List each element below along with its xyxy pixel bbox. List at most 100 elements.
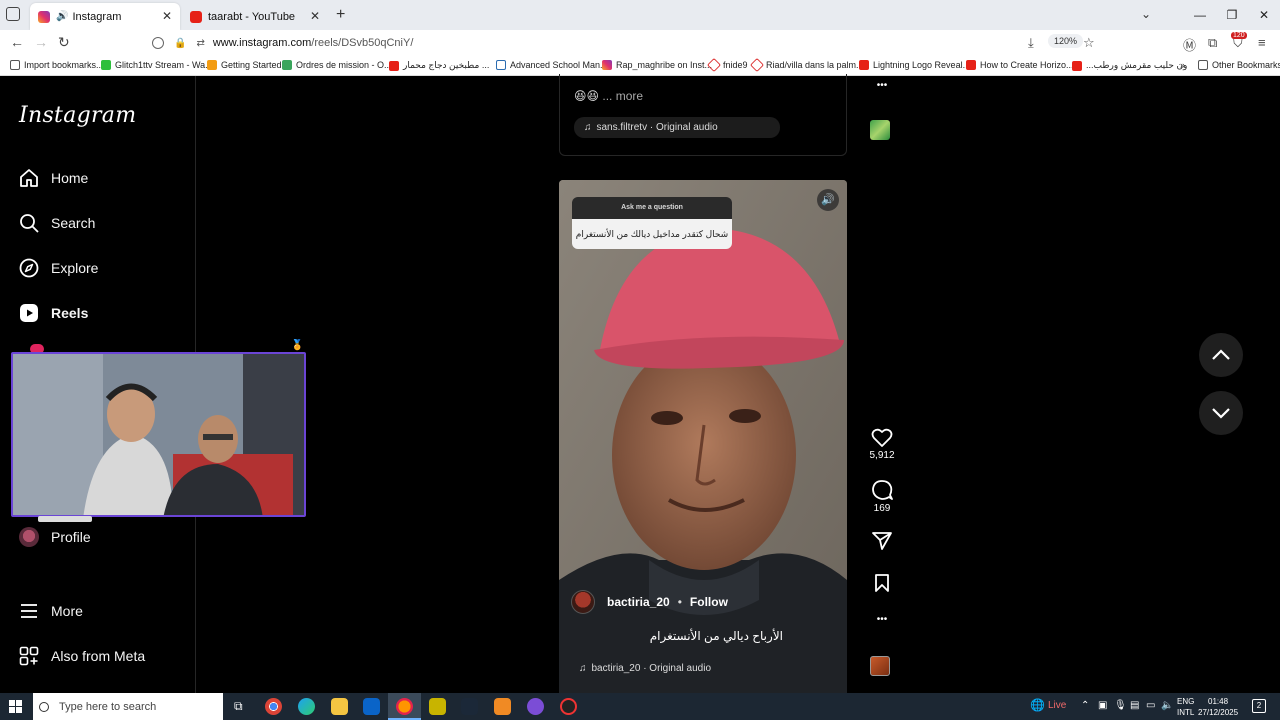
audio-thumbnail[interactable]: [870, 656, 890, 676]
bookmark-item[interactable]: How to Create Horizo...: [966, 60, 1074, 70]
bookmark-item[interactable]: fnide9: [706, 57, 748, 73]
reload-button[interactable]: ↻: [58, 34, 70, 51]
like-button[interactable]: 5,912: [864, 428, 900, 461]
bookmark-item[interactable]: Glitch1ttv Stream - Wa...: [101, 60, 213, 70]
windows-start-icon[interactable]: [9, 700, 22, 713]
sidebar-item-explore[interactable]: Explore: [19, 258, 98, 278]
music-note-icon: ♫: [584, 122, 592, 133]
extensions-icon[interactable]: ⧉: [1208, 35, 1217, 51]
file-explorer-icon[interactable]: [331, 698, 348, 715]
bookmark-item[interactable]: مطبخين دجاج محمار ...: [389, 60, 489, 71]
minimize-button[interactable]: —: [1184, 0, 1216, 30]
bookmarks-overflow-icon[interactable]: »: [1180, 60, 1185, 70]
system-clock[interactable]: 01:48 27/12/2025: [1198, 696, 1238, 718]
sidebar-item-more[interactable]: More: [19, 601, 83, 621]
sidebar-item-search[interactable]: Search: [19, 213, 95, 233]
previous-reel[interactable]: 😆😆 ... more ♫ sans.filtretv · Original a…: [559, 74, 847, 156]
speaker-icon[interactable]: 🔊: [56, 11, 68, 22]
shield-icon: [496, 60, 506, 70]
comment-button[interactable]: 169: [864, 479, 900, 514]
reel-video[interactable]: 🔊 Ask me a question شحال كتقدر مداخيل دي…: [559, 180, 847, 693]
tab-instagram[interactable]: 🔊 Instagram ✕: [30, 3, 180, 30]
webcam-label-bar: [38, 516, 92, 522]
weather-icon[interactable]: 🌐: [1030, 698, 1045, 712]
volume-icon[interactable]: 🔈: [1161, 700, 1173, 711]
discord-icon[interactable]: [527, 698, 544, 715]
more-options-icon[interactable]: •••: [864, 80, 900, 91]
save-button[interactable]: [864, 573, 900, 595]
question-sticker: Ask me a question شحال كتقدر مداخيل ديال…: [572, 197, 732, 249]
volume-icon[interactable]: 🔊: [817, 189, 839, 211]
app-icon[interactable]: [494, 698, 511, 715]
chevron-up-icon[interactable]: ⌃: [1081, 700, 1089, 711]
more-link[interactable]: ... more: [602, 89, 643, 103]
outlook-icon[interactable]: [363, 698, 380, 715]
avatar[interactable]: [571, 590, 595, 614]
sticker-title: Ask me a question: [572, 197, 732, 219]
restore-button[interactable]: ❐: [1216, 0, 1248, 30]
next-reel-button[interactable]: [1199, 391, 1243, 435]
audio-link[interactable]: ♫ bactiria_20 · Original audio: [571, 658, 719, 679]
other-bookmarks[interactable]: Other Bookmarks: [1198, 60, 1280, 70]
obs-icon[interactable]: [560, 698, 577, 715]
sidebar-item-reels[interactable]: Reels: [19, 303, 88, 323]
shield-icon[interactable]: [152, 37, 164, 49]
sidebar-item-home[interactable]: Home: [19, 168, 88, 188]
share-button[interactable]: [864, 531, 900, 553]
bookmark-item[interactable]: Ordres de mission - O...: [282, 60, 392, 70]
forward-button[interactable]: →: [34, 34, 48, 50]
task-view-icon[interactable]: ⧉: [234, 699, 243, 714]
instagram-logo[interactable]: Instagram: [19, 103, 136, 128]
download-icon[interactable]: ⤓: [1028, 35, 1034, 51]
bookmark-item[interactable]: Riad/villa dans la palm...: [749, 57, 864, 73]
live-status[interactable]: Live: [1048, 700, 1066, 711]
bookmark-item[interactable]: Advanced School Man...: [496, 60, 608, 70]
menu-icon[interactable]: ≡: [1258, 35, 1266, 50]
audio-link[interactable]: ♫ sans.filtretv · Original audio: [574, 117, 780, 138]
steam-icon[interactable]: [461, 698, 478, 715]
chrome-icon[interactable]: [265, 698, 282, 715]
sidebar-item-meta[interactable]: Also from Meta: [19, 646, 145, 666]
microphone-icon[interactable]: 🎙: [1114, 700, 1127, 711]
address-bar[interactable]: 🔒 ⇄ www.instagram.com/reels/DSvb50qCniY/: [152, 32, 1102, 54]
sidebar-item-label: Explore: [51, 260, 99, 276]
bookmark-item[interactable]: Getting Started: [207, 60, 282, 70]
back-button[interactable]: ←: [10, 34, 24, 50]
notes-icon[interactable]: [429, 698, 446, 715]
lock-icon[interactable]: 🔒: [174, 38, 186, 49]
bookmark-item[interactable]: Rap_maghribe on Inst...: [602, 60, 712, 70]
bookmark-item[interactable]: Import bookmarks...: [10, 60, 104, 70]
tab-youtube[interactable]: taarabt - YouTube ✕: [182, 3, 328, 30]
username-link[interactable]: bactiria_20: [607, 595, 670, 609]
comment-count: 169: [873, 503, 891, 514]
close-window-button[interactable]: ✕: [1248, 0, 1280, 30]
sticker-text: شحال كتقدر مداخيل ديالك من الأنستغرام: [572, 219, 732, 249]
clock-date: 27/12/2025: [1198, 708, 1239, 717]
new-tab-button[interactable]: +: [336, 6, 345, 24]
comment-icon: [872, 480, 893, 500]
bookmark-item[interactable]: ...ون حليب مقرمش ورطب: [1072, 60, 1187, 71]
bookmark-item[interactable]: Lightning Logo Reveal...: [859, 60, 970, 70]
taskbar-search[interactable]: Type here to search: [33, 693, 223, 720]
follow-button[interactable]: Follow: [690, 595, 728, 609]
close-tab-icon[interactable]: ✕: [162, 9, 172, 23]
reel-frame-image: [559, 180, 847, 693]
tray-app-icon[interactable]: ▣: [1098, 700, 1107, 711]
tab-list-icon[interactable]: [6, 7, 20, 21]
network-icon[interactable]: ▭: [1146, 700, 1155, 711]
firefox-icon[interactable]: [396, 698, 413, 715]
bookmark-star-icon[interactable]: ☆: [1083, 35, 1095, 51]
zoom-level[interactable]: 120%: [1048, 34, 1084, 48]
more-options-icon[interactable]: •••: [864, 614, 900, 625]
chevron-down-icon[interactable]: ⌄: [1141, 7, 1151, 21]
account-icon[interactable]: Ⓜ: [1183, 35, 1196, 54]
permissions-icon[interactable]: ⇄: [196, 38, 204, 49]
tray-app-icon[interactable]: ▤: [1130, 700, 1139, 711]
audio-thumbnail[interactable]: [870, 120, 890, 140]
close-tab-icon[interactable]: ✕: [310, 9, 320, 23]
previous-reel-button[interactable]: [1199, 333, 1243, 377]
sidebar-item-profile[interactable]: Profile: [19, 527, 91, 547]
notification-center-icon[interactable]: 2: [1252, 699, 1266, 713]
edge-icon[interactable]: [298, 698, 315, 715]
input-language[interactable]: ENG INTL: [1177, 696, 1194, 718]
